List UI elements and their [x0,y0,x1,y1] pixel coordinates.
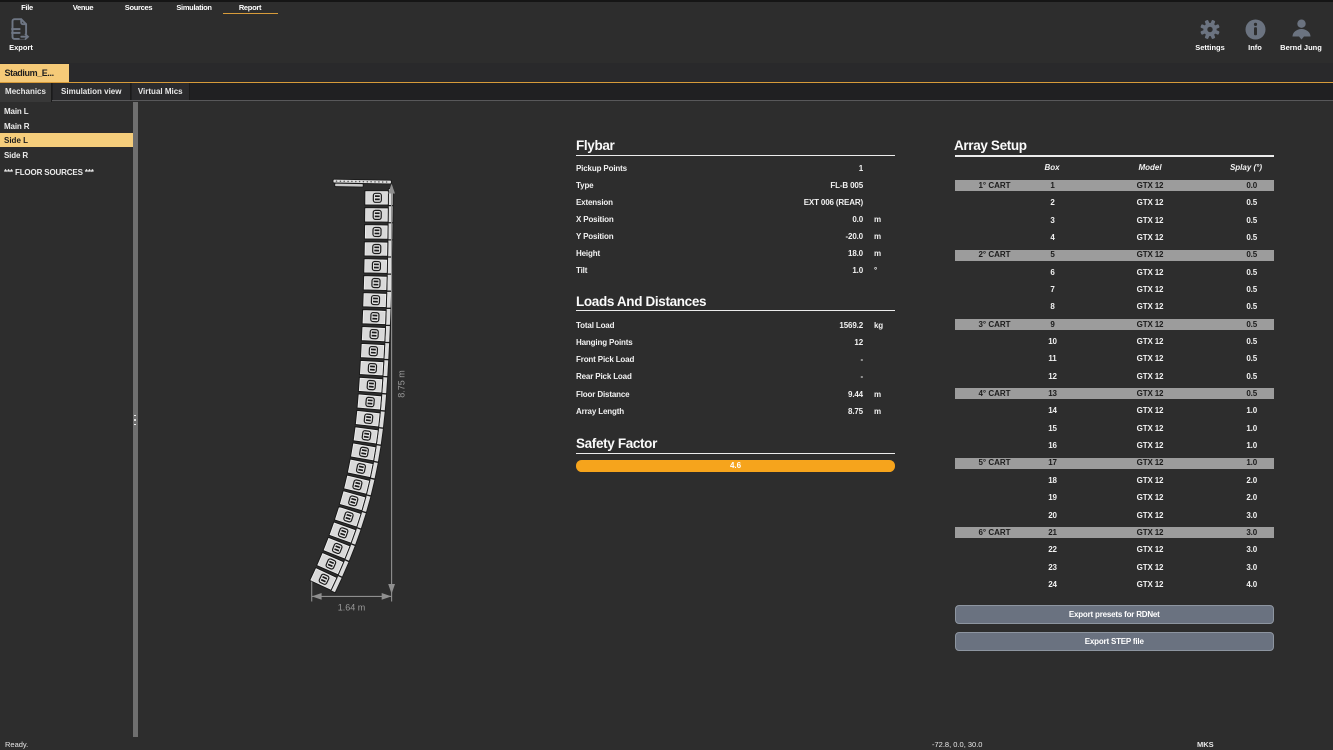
svg-text:1.64 m: 1.64 m [338,603,366,613]
svg-text:8.75 m: 8.75 m [397,370,407,398]
